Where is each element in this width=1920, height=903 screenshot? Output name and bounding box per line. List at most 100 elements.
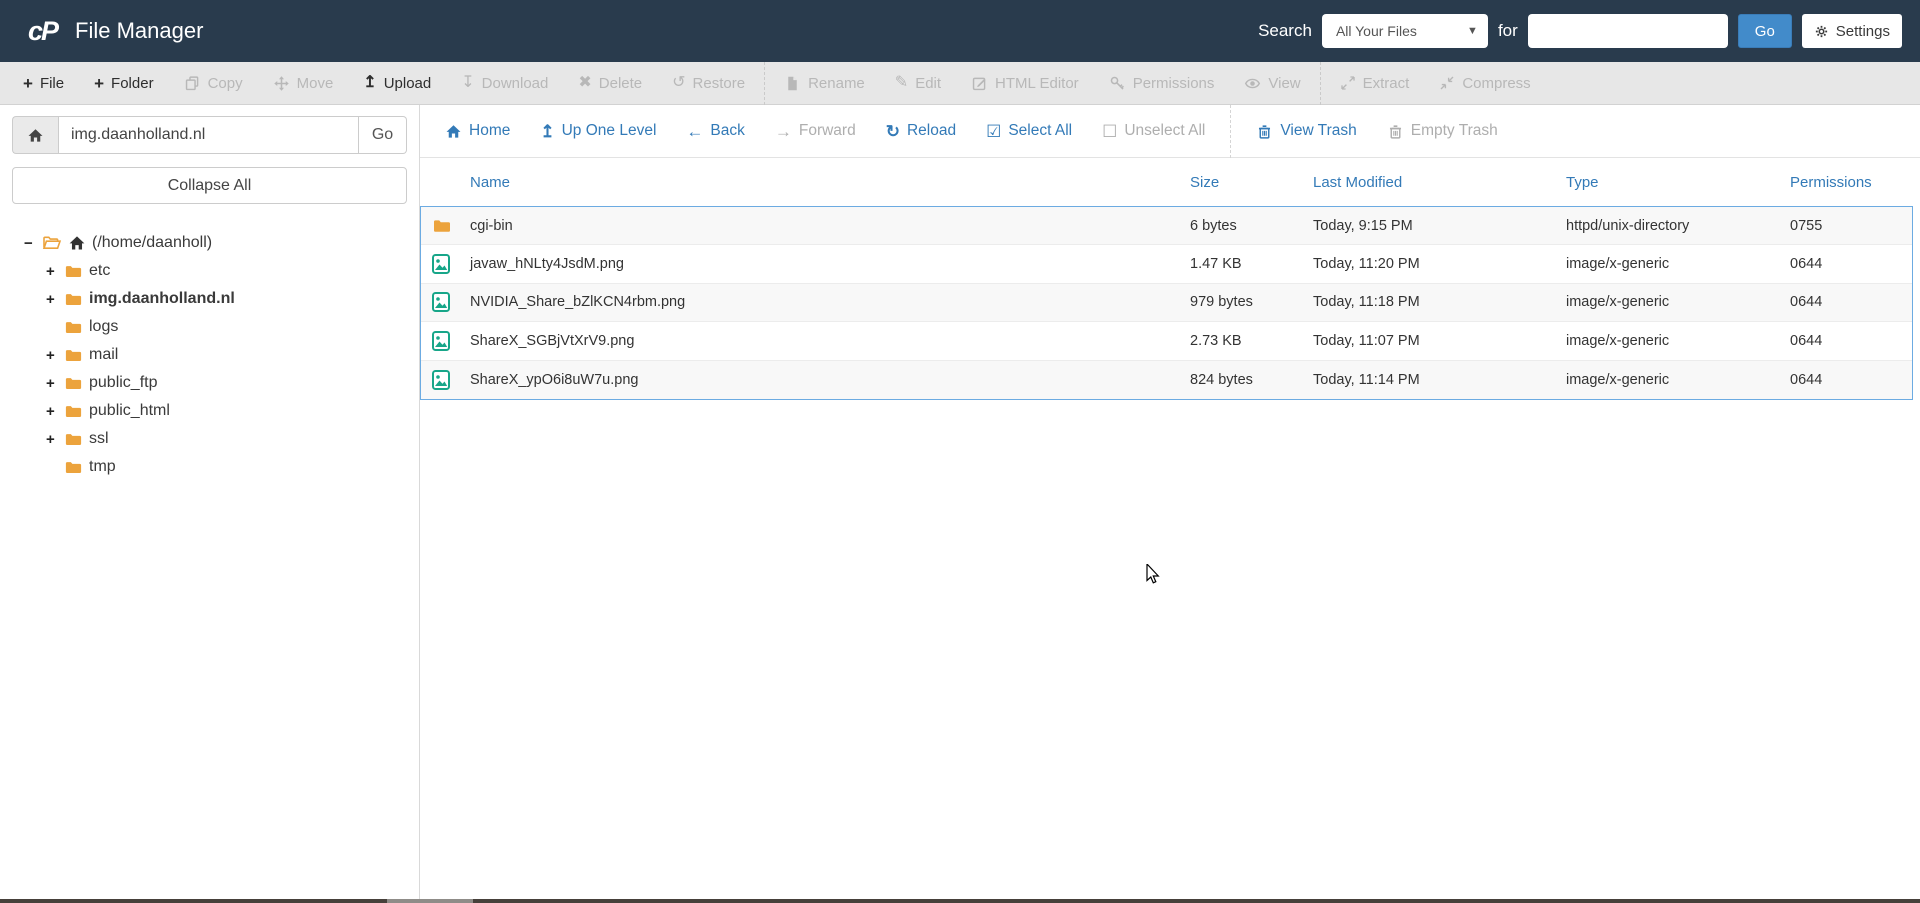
- toolbar-button-html-editor: HTML Editor: [956, 62, 1094, 104]
- file-type: image/x-generic: [1566, 333, 1790, 349]
- expand-toggle-icon[interactable]: +: [46, 403, 64, 420]
- move-icon: [273, 75, 290, 92]
- expand-toggle-icon[interactable]: +: [46, 263, 64, 280]
- tree-item-etc[interactable]: + etc: [0, 257, 419, 285]
- folder-icon: [64, 290, 83, 309]
- nav-select-all-button[interactable]: ☑ Select All: [971, 122, 1087, 140]
- app-header: cP File Manager Search All Your Files ▼ …: [0, 0, 1920, 62]
- tree-item-label: img.daanholland.nl: [89, 290, 235, 308]
- file-name: ShareX_ypO6i8uW7u.png: [470, 372, 1190, 388]
- tree-item-logs[interactable]: logs: [0, 313, 419, 341]
- bottom-edge-strip-segment: [387, 899, 473, 903]
- action-toolbar: +File +Folder Copy Move ↥Upload ↧Downloa…: [0, 62, 1920, 105]
- nav-separator: [1230, 105, 1231, 158]
- file-table-header: Name Size Last Modified Type Permissions: [420, 158, 1920, 206]
- path-input[interactable]: [58, 116, 359, 154]
- tree-item-img-daanholland-nl[interactable]: + img.daanholland.nl: [0, 285, 419, 313]
- left-arrow-icon: ←: [686, 123, 703, 140]
- toolbar-button-restore: ↺Restore: [657, 62, 760, 104]
- home-addon-button[interactable]: [12, 116, 58, 154]
- checkbox-checked-icon: ☑: [986, 123, 1001, 140]
- nav-view-trash-button[interactable]: View Trash: [1241, 122, 1371, 140]
- toolbar-button-folder[interactable]: +Folder: [79, 62, 168, 104]
- table-row-nvidia-share-png[interactable]: NVIDIA_Share_bZlKCN4rbm.png 979 bytes To…: [421, 284, 1912, 322]
- tree-item-tmp[interactable]: tmp: [0, 453, 419, 481]
- column-header-name[interactable]: Name: [470, 174, 1190, 191]
- bottom-edge-strip: [0, 899, 1920, 903]
- table-row-cgi-bin[interactable]: cgi-bin 6 bytes Today, 9:15 PM httpd/uni…: [421, 207, 1912, 245]
- folder-icon: [64, 430, 83, 449]
- tree-item-label: etc: [89, 262, 110, 280]
- directory-tree: − (/home/daanholl) + etc + img.daanholla…: [0, 229, 419, 481]
- search-input[interactable]: [1528, 14, 1728, 48]
- reload-icon: ↻: [886, 123, 900, 140]
- search-go-button[interactable]: Go: [1738, 14, 1792, 48]
- settings-button[interactable]: Settings: [1802, 14, 1902, 48]
- copy-icon: [184, 75, 201, 92]
- expand-toggle-icon[interactable]: +: [46, 291, 64, 308]
- collapse-all-button[interactable]: Collapse All: [12, 167, 407, 204]
- expand-toggle-icon[interactable]: +: [46, 375, 64, 392]
- toolbar-button-compress: Compress: [1424, 62, 1545, 104]
- nav-back-button[interactable]: ←Back: [671, 122, 759, 140]
- nav-reload-button[interactable]: ↻ Reload: [871, 122, 971, 140]
- file-modified: Today, 11:18 PM: [1313, 294, 1566, 310]
- folder-icon: [64, 458, 83, 477]
- compress-icon: [1439, 75, 1455, 91]
- tree-item-label: tmp: [89, 458, 116, 476]
- nav-label: Reload: [907, 122, 956, 140]
- column-header-last-modified[interactable]: Last Modified: [1313, 174, 1566, 191]
- expand-toggle-icon[interactable]: +: [46, 347, 64, 364]
- column-header-permissions[interactable]: Permissions: [1790, 174, 1920, 191]
- toolbar-button-copy: Copy: [169, 62, 258, 104]
- file-size: 824 bytes: [1190, 372, 1313, 388]
- tree-item-public-html[interactable]: + public_html: [0, 397, 419, 425]
- tree-item-mail[interactable]: + mail: [0, 341, 419, 369]
- file-modified: Today, 11:20 PM: [1313, 256, 1566, 272]
- nav-label: Forward: [799, 122, 856, 140]
- toolbar-label: Compress: [1462, 75, 1530, 92]
- toolbar-label: Delete: [599, 75, 642, 92]
- toolbar-button-file[interactable]: +File: [8, 62, 79, 104]
- column-header-type[interactable]: Type: [1566, 174, 1790, 191]
- toolbar-button-upload[interactable]: ↥Upload: [348, 62, 446, 104]
- nav-home-button[interactable]: Home: [430, 122, 525, 140]
- table-row-sharex-ypo-png[interactable]: ShareX_ypO6i8uW7u.png 824 bytes Today, 1…: [421, 361, 1912, 399]
- download-icon: ↧: [461, 75, 474, 91]
- collapse-toggle-icon[interactable]: −: [24, 235, 42, 252]
- image-file-icon: [432, 254, 450, 274]
- file-icon: [784, 75, 801, 92]
- table-row-javaw-png[interactable]: javaw_hNLty4JsdM.png 1.47 KB Today, 11:2…: [421, 245, 1912, 283]
- file-name: cgi-bin: [470, 218, 1190, 234]
- page-title: File Manager: [75, 18, 203, 44]
- toolbar-label: Move: [297, 75, 334, 92]
- right-arrow-icon: →: [775, 123, 792, 140]
- toolbar-label: Copy: [208, 75, 243, 92]
- tree-item-root[interactable]: − (/home/daanholl): [0, 229, 419, 257]
- file-type: image/x-generic: [1566, 294, 1790, 310]
- nav-label: Empty Trash: [1411, 122, 1498, 140]
- search-scope-select[interactable]: All Your Files ▼: [1322, 14, 1488, 48]
- settings-label: Settings: [1836, 23, 1890, 40]
- tree-item-ssl[interactable]: + ssl: [0, 425, 419, 453]
- nav-unselect-all-button: ☐Unselect All: [1087, 122, 1220, 140]
- file-size: 2.73 KB: [1190, 333, 1313, 349]
- plus-icon: +: [23, 75, 33, 92]
- file-name: ShareX_SGBjVtXrV9.png: [470, 333, 1190, 349]
- expand-toggle-icon[interactable]: +: [46, 431, 64, 448]
- folder-icon: [64, 318, 83, 337]
- toolbar-label: HTML Editor: [995, 75, 1079, 92]
- tree-item-public-ftp[interactable]: + public_ftp: [0, 369, 419, 397]
- nav-label: Home: [469, 122, 510, 140]
- nav-up-one-level-button[interactable]: ↥Up One Level: [525, 122, 671, 140]
- folder-icon: [64, 346, 83, 365]
- nav-label: Select All: [1008, 122, 1072, 140]
- tree-item-label: public_html: [89, 402, 170, 420]
- tree-item-label: (/home/daanholl): [92, 234, 212, 252]
- file-manager-page: cP File Manager Search All Your Files ▼ …: [0, 0, 1920, 903]
- column-header-size[interactable]: Size: [1190, 174, 1313, 191]
- path-go-button[interactable]: Go: [359, 116, 407, 154]
- plus-icon: +: [94, 75, 104, 92]
- folder-icon: [64, 374, 83, 393]
- table-row-sharex-sgb-png[interactable]: ShareX_SGBjVtXrV9.png 2.73 KB Today, 11:…: [421, 322, 1912, 360]
